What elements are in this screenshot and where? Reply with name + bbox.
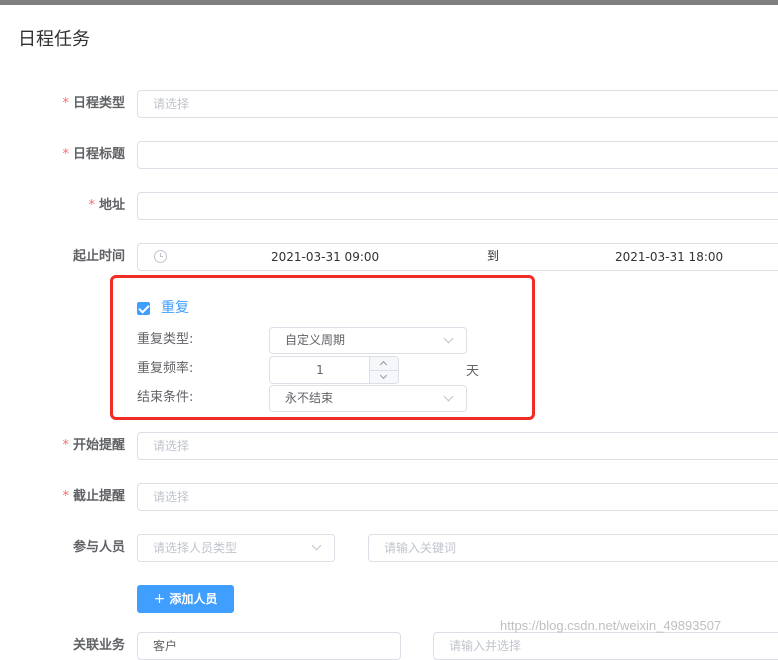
participant-keyword-input[interactable]: 请输入关键词 — [368, 534, 778, 562]
related-business-row: 关联业务 客户 请输入并选择 — [0, 632, 778, 660]
address-label: * 地址 — [88, 192, 125, 220]
page-title: 日程任务 — [18, 29, 90, 50]
required-mark: * — [62, 147, 69, 162]
chevron-down-icon — [443, 391, 454, 402]
end-condition-select[interactable]: 永不结束 — [269, 385, 467, 412]
participants-label: 参与人员 — [72, 540, 125, 555]
schedule-type-placeholder: 请选择 — [153, 97, 190, 111]
deadline-reminder-select[interactable]: 请选择 — [137, 483, 778, 511]
chevron-down-icon — [443, 333, 454, 344]
decrement-icon[interactable] — [370, 370, 398, 383]
address-label-text: 地址 — [98, 198, 125, 213]
chevron-down-icon — [311, 540, 322, 551]
participant-type-select[interactable]: 请选择人员类型 — [137, 534, 335, 562]
related-business-type-value: 客户 — [153, 639, 178, 653]
related-business-type-select[interactable]: 客户 — [137, 632, 401, 660]
window-top-bar — [0, 0, 778, 5]
watermark: https://blog.csdn.net/weixin_49893507 — [500, 618, 722, 633]
range-separator: 到 — [487, 249, 500, 263]
end-datetime[interactable]: 2021-03-31 18:00 — [615, 250, 723, 264]
required-mark: * — [62, 489, 69, 504]
schedule-title-input[interactable] — [137, 141, 778, 169]
add-participant-button-label: 添加人员 — [169, 592, 218, 606]
add-participant-button[interactable]: + 添加人员 — [137, 585, 234, 613]
participants-row: 参与人员 请选择人员类型 请输入关键词 — [0, 534, 778, 562]
start-reminder-row: * 开始提醒 请选择 — [0, 432, 778, 460]
time-range-row: 起止时间 2021-03-31 09:00 到 2021-03-31 18:00 — [0, 243, 778, 271]
start-reminder-label-text: 开始提醒 — [72, 438, 125, 453]
clock-icon — [154, 250, 167, 263]
participant-keyword-placeholder: 请输入关键词 — [384, 541, 457, 555]
deadline-reminder-row: * 截止提醒 请选择 — [0, 483, 778, 511]
repeat-frequency-unit: 天 — [466, 364, 480, 379]
required-mark: * — [62, 438, 69, 453]
repeat-frequency-value[interactable]: 1 — [270, 357, 370, 383]
schedule-title-row: * 日程标题 — [0, 141, 778, 169]
time-range-label: 起止时间 — [72, 249, 125, 264]
repeat-frequency-label: 重复频率: — [137, 361, 194, 376]
repeat-type-select[interactable]: 自定义周期 — [269, 327, 467, 354]
start-reminder-placeholder: 请选择 — [153, 439, 190, 453]
repeat-checkbox-label[interactable]: 重复 — [161, 298, 189, 318]
increment-icon[interactable] — [370, 357, 398, 370]
end-condition-label: 结束条件: — [137, 390, 194, 405]
schedule-title-label: * 日程标题 — [62, 141, 125, 169]
deadline-reminder-placeholder: 请选择 — [153, 490, 190, 504]
address-row: * 地址 — [0, 192, 778, 220]
related-business-placeholder: 请输入并选择 — [449, 639, 522, 653]
schedule-type-label-text: 日程类型 — [72, 96, 125, 111]
schedule-type-label: * 日程类型 — [62, 90, 125, 118]
end-condition-value: 永不结束 — [285, 391, 334, 405]
repeat-type-label: 重复类型: — [137, 332, 194, 347]
start-datetime[interactable]: 2021-03-31 09:00 — [271, 250, 379, 264]
repeat-type-value: 自定义周期 — [285, 333, 346, 347]
address-input[interactable] — [137, 192, 778, 220]
required-mark: * — [62, 96, 69, 111]
schedule-type-select[interactable]: 请选择 — [137, 90, 778, 118]
deadline-reminder-label: * 截止提醒 — [62, 483, 125, 511]
date-range-picker[interactable]: 2021-03-31 09:00 到 2021-03-31 18:00 — [137, 243, 778, 271]
deadline-reminder-label-text: 截止提醒 — [72, 489, 125, 504]
schedule-type-row: * 日程类型 请选择 — [0, 90, 778, 118]
stepper-controls — [369, 357, 398, 383]
related-business-input[interactable]: 请输入并选择 — [433, 632, 778, 660]
required-mark: * — [88, 198, 95, 213]
plus-icon: + — [153, 591, 166, 607]
participant-type-placeholder: 请选择人员类型 — [153, 541, 238, 555]
repeat-checkbox[interactable] — [137, 302, 150, 315]
start-reminder-select[interactable]: 请选择 — [137, 432, 778, 460]
repeat-frequency-stepper[interactable]: 1 — [269, 356, 399, 384]
schedule-title-label-text: 日程标题 — [72, 147, 125, 162]
start-reminder-label: * 开始提醒 — [62, 432, 125, 460]
related-business-label: 关联业务 — [72, 638, 125, 653]
